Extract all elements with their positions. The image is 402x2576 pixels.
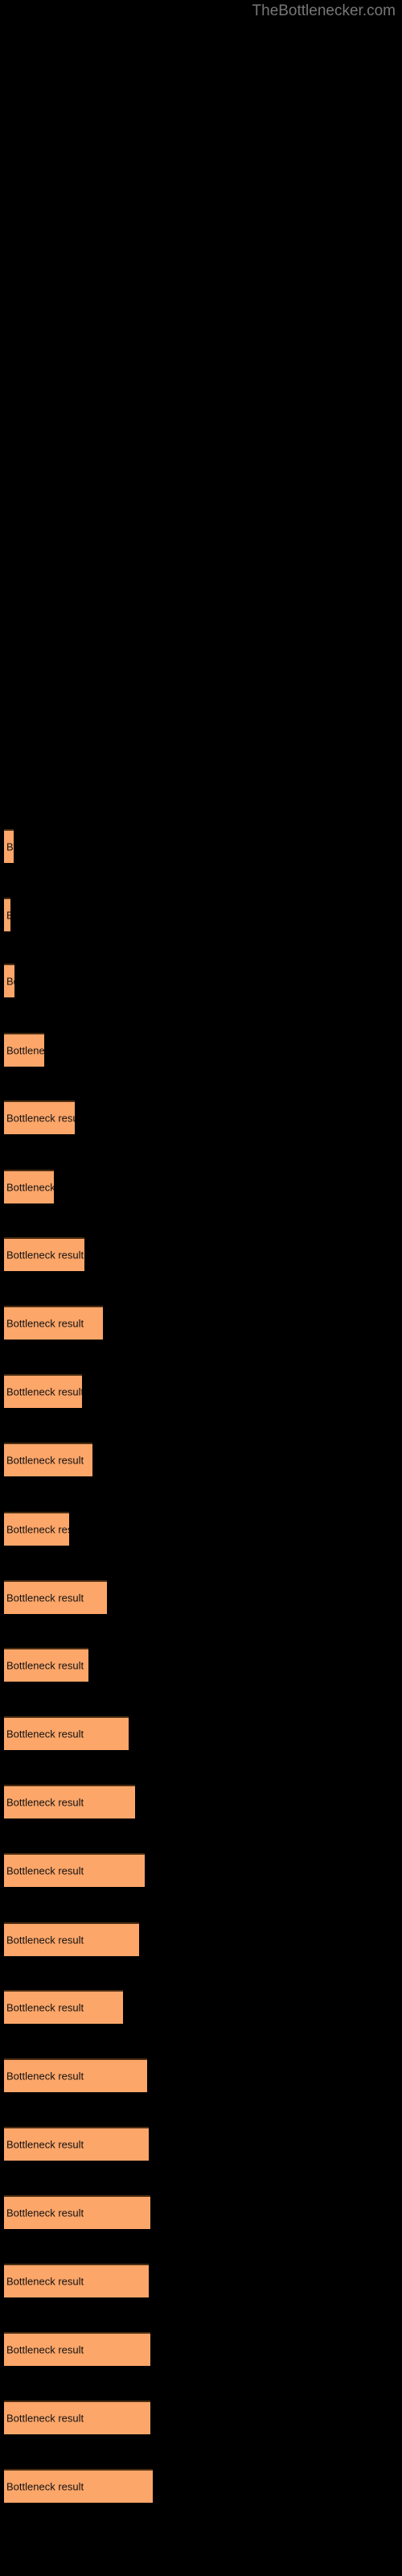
bar: Bottleneck result xyxy=(4,2264,149,2297)
bar: Bottleneck result xyxy=(4,1580,107,1614)
bar: Bottleneck result xyxy=(4,1922,139,1956)
bar-label: Bottleneck result xyxy=(6,1864,84,1877)
bar: Bottleneck result xyxy=(4,1512,69,1546)
bar-label: Bottleneck result xyxy=(6,2343,84,2356)
bar-label: Bottleneck result xyxy=(6,1728,84,1740)
bar-label: Bottleneck result xyxy=(6,1796,84,1809)
bar: Bottleneck result xyxy=(4,1170,54,1203)
bar-label: Bottleneck result xyxy=(6,1044,44,1057)
bar-label: Bottleneck result xyxy=(6,1317,84,1330)
bar: Bottleneck result xyxy=(4,1033,44,1067)
bar-label: Bottleneck result xyxy=(6,1112,75,1125)
bar-label: Bottleneck result xyxy=(6,2412,84,2425)
bar-label: Bottleneck result xyxy=(6,975,14,988)
bar-label: Bottleneck result xyxy=(6,1523,69,1536)
bottleneck-bar-chart: Bottleneck result Bottleneck result Bottle… xyxy=(0,0,402,2576)
bar-label: Bottleneck result xyxy=(6,2001,84,2014)
bar: Bottleneck result xyxy=(4,2058,147,2092)
bar-label: Bottleneck result xyxy=(6,2138,84,2151)
bar: Bottleneck result xyxy=(4,829,14,863)
bar: Bottleneck result xyxy=(4,1374,82,1408)
bar-label: Bottleneck result xyxy=(6,1249,84,1261)
bar-label: Bottleneck result xyxy=(6,1591,84,1604)
bar-label: Bottleneck result xyxy=(6,910,10,922)
bar: Bottleneck result xyxy=(4,1237,84,1271)
bar: Bottleneck result xyxy=(4,1306,103,1340)
bar-label: Bottleneck result xyxy=(6,840,14,853)
bar-label: Bottleneck result xyxy=(6,1385,82,1398)
bar-label: Bottleneck result xyxy=(6,1181,54,1194)
bar-label: Bottleneck result xyxy=(6,1659,84,1672)
bar: Bottleneck result xyxy=(4,1785,135,1818)
bar: Bottleneck result xyxy=(4,1716,129,1750)
bar: Bottleneck result xyxy=(4,1100,75,1134)
bar: Bottleneck result xyxy=(4,1443,92,1476)
bar: Bottleneck result xyxy=(4,898,10,931)
bar: Bottleneck result xyxy=(4,1853,145,1887)
bar: Bottleneck result xyxy=(4,2195,150,2229)
bar: Bottleneck result xyxy=(4,1990,123,2024)
bar-label: Bottleneck result xyxy=(6,1934,84,1946)
bar-label: Bottleneck result xyxy=(6,2070,84,2083)
bar: Bottleneck result xyxy=(4,2127,149,2161)
bar: Bottleneck result xyxy=(4,2332,150,2366)
bar: Bottleneck result xyxy=(4,1648,88,1682)
bar-label: Bottleneck result xyxy=(6,2275,84,2288)
bar: Bottleneck result xyxy=(4,964,14,997)
bar-label: Bottleneck result xyxy=(6,2207,84,2219)
bar-label: Bottleneck result xyxy=(6,2480,84,2493)
bar-label: Bottleneck result xyxy=(6,1454,84,1467)
bar: Bottleneck result xyxy=(4,2469,153,2503)
bar: Bottleneck result xyxy=(4,2401,150,2434)
